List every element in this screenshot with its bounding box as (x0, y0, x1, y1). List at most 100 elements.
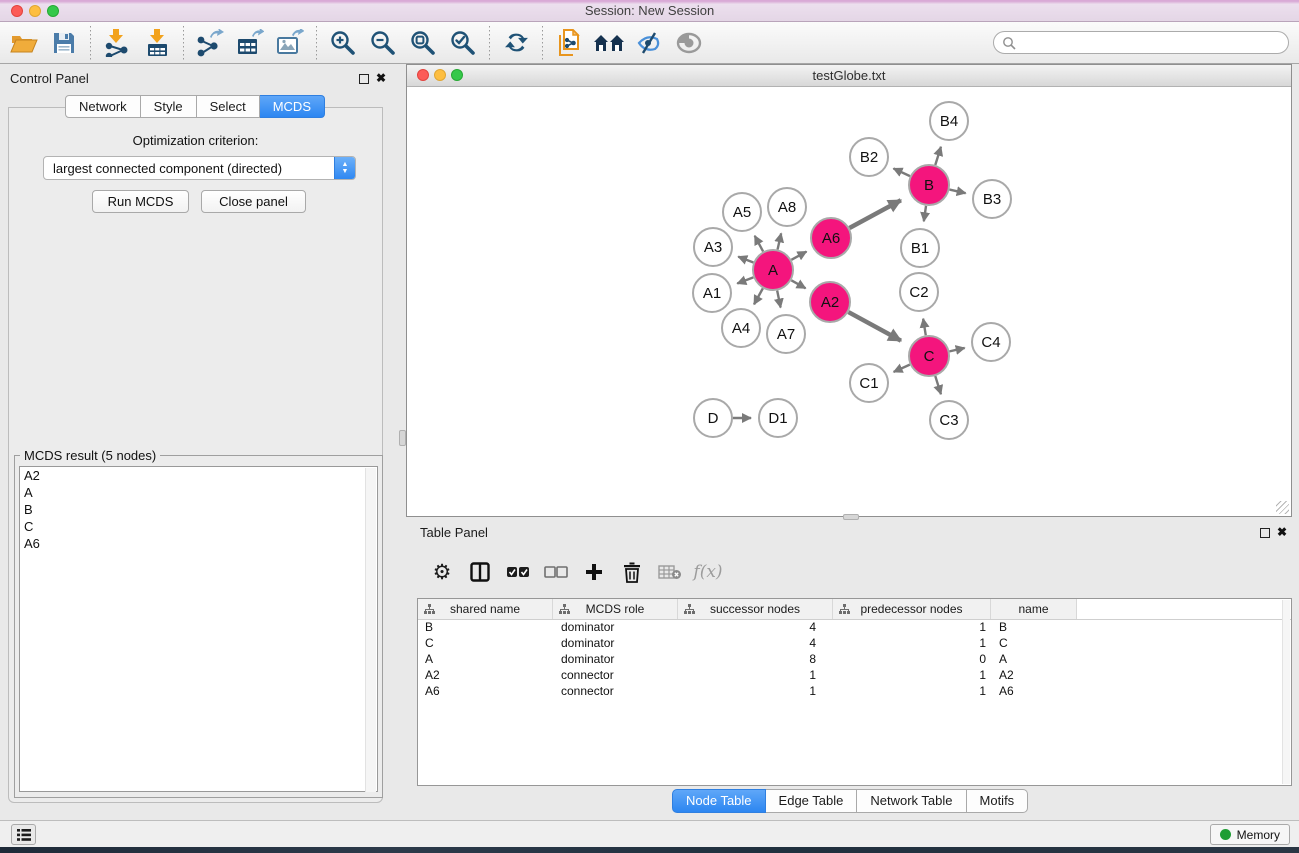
table-cell[interactable]: A2 (418, 668, 553, 684)
clone-network-button[interactable] (549, 25, 589, 61)
table-cell[interactable]: 1 (678, 668, 833, 684)
tab-network-table[interactable]: Network Table (857, 789, 966, 813)
mcds-result-list[interactable]: A2ABCA6 (19, 466, 378, 792)
tab-motifs[interactable]: Motifs (967, 789, 1029, 813)
zoom-out-button[interactable] (363, 25, 403, 61)
save-session-button[interactable] (44, 25, 84, 61)
table-row[interactable]: Adominator80A (418, 652, 1291, 668)
table-cell[interactable]: B (991, 620, 1077, 636)
tab-style[interactable]: Style (141, 95, 197, 118)
graph-edge-A-A4[interactable] (754, 288, 763, 304)
graph-edge-C-C1[interactable] (894, 365, 910, 372)
table-cell[interactable]: 4 (678, 636, 833, 652)
delete-button[interactable] (615, 555, 649, 589)
graph-edge-C-C4[interactable] (949, 348, 964, 351)
zoom-selected-button[interactable] (443, 25, 483, 61)
mcds-result-item[interactable]: A2 (20, 467, 377, 484)
table-cell[interactable]: 4 (678, 620, 833, 636)
table-cell[interactable]: A2 (991, 668, 1077, 684)
table-cell[interactable]: A (991, 652, 1077, 668)
float-panel-icon[interactable] (359, 74, 369, 84)
mcds-result-item[interactable]: A6 (20, 535, 377, 552)
import-table-button[interactable] (137, 25, 177, 61)
table-cell[interactable]: 1 (678, 684, 833, 700)
function-builder-button[interactable]: f(x) (691, 555, 725, 589)
close-panel-icon[interactable]: ✖ (376, 73, 386, 83)
graph-edge-B-B1[interactable] (924, 206, 926, 221)
network-window-titlebar[interactable]: testGlobe.txt (407, 65, 1291, 87)
column-view-button[interactable] (463, 555, 497, 589)
table-cell[interactable]: A6 (418, 684, 553, 700)
search-box[interactable] (993, 31, 1289, 54)
graph-edge-A-A6[interactable] (791, 252, 806, 260)
table-cell[interactable]: A6 (991, 684, 1077, 700)
memory-button[interactable]: Memory (1210, 824, 1290, 845)
run-mcds-button[interactable]: Run MCDS (92, 190, 189, 213)
table-cell[interactable]: dominator (553, 636, 678, 652)
toggle-details-button[interactable] (629, 25, 669, 61)
table-cell[interactable]: dominator (553, 620, 678, 636)
graph-edge-A-A5[interactable] (755, 236, 763, 252)
table-cell[interactable]: 1 (833, 684, 991, 700)
close-panel-button[interactable]: Close panel (201, 190, 306, 213)
table-cell[interactable]: A (418, 652, 553, 668)
graph-edge-A-A8[interactable] (778, 233, 782, 249)
column-header-successor-nodes[interactable]: successor nodes (678, 599, 833, 619)
birds-eye-button[interactable] (669, 25, 709, 61)
table-cell[interactable]: 1 (833, 668, 991, 684)
table-cell[interactable]: B (418, 620, 553, 636)
zoom-fit-button[interactable] (403, 25, 443, 61)
graph-edge-A6-B[interactable] (849, 200, 900, 228)
graph-edge-B-B4[interactable] (935, 147, 941, 165)
column-header-name[interactable]: name (991, 599, 1077, 619)
table-row[interactable]: A2connector11A2 (418, 668, 1291, 684)
import-network-button[interactable] (97, 25, 137, 61)
table-cell[interactable]: dominator (553, 652, 678, 668)
column-header-mcds-role[interactable]: MCDS role (553, 599, 678, 619)
export-network-button[interactable] (190, 25, 230, 61)
float-panel-icon[interactable] (1260, 528, 1270, 538)
task-history-button[interactable] (11, 824, 36, 845)
table-cell[interactable]: 0 (833, 652, 991, 668)
mcds-result-item[interactable]: C (20, 518, 377, 535)
tab-node-table[interactable]: Node Table (672, 789, 766, 813)
table-cell[interactable]: 1 (833, 620, 991, 636)
table-settings-button[interactable]: ⚙ (425, 555, 459, 589)
export-table-button[interactable] (230, 25, 270, 61)
mcds-result-item[interactable]: B (20, 501, 377, 518)
home-layout-button[interactable] (589, 25, 629, 61)
mcds-result-item[interactable]: A (20, 484, 377, 501)
graph-edge-A-A1[interactable] (737, 277, 753, 283)
graph-edge-C-C3[interactable] (935, 376, 941, 394)
table-cell[interactable]: connector (553, 684, 678, 700)
table-cell[interactable]: 8 (678, 652, 833, 668)
table-cell[interactable]: C (991, 636, 1077, 652)
graph-edge-A-A3[interactable] (738, 257, 753, 263)
splitter-grip-vertical[interactable] (399, 430, 406, 446)
graph-edge-A-A2[interactable] (791, 280, 805, 288)
splitter-grip-horizontal[interactable] (843, 514, 859, 520)
refresh-button[interactable] (496, 25, 536, 61)
select-all-button[interactable] (501, 555, 535, 589)
criterion-dropdown[interactable]: largest connected component (directed) ▲… (43, 156, 356, 180)
deselect-all-button[interactable] (539, 555, 573, 589)
network-graph-canvas[interactable]: AA1A2A3A4A5A6A7A8BB1B2B3B4CC1C2C3C4DD1 (407, 87, 1291, 516)
column-header-predecessor-nodes[interactable]: predecessor nodes (833, 599, 991, 619)
graph-edge-C-C2[interactable] (923, 319, 926, 336)
tab-network[interactable]: Network (65, 95, 141, 118)
tab-select[interactable]: Select (197, 95, 260, 118)
table-cell[interactable]: connector (553, 668, 678, 684)
column-header-shared-name[interactable]: shared name (418, 599, 553, 619)
table-row[interactable]: Cdominator41C (418, 636, 1291, 652)
open-session-button[interactable] (4, 25, 44, 61)
zoom-in-button[interactable] (323, 25, 363, 61)
graph-edge-B-B3[interactable] (949, 190, 965, 194)
scrollbar-track[interactable] (1282, 600, 1290, 784)
window-resize-grip[interactable] (1276, 501, 1289, 514)
table-cell[interactable]: 1 (833, 636, 991, 652)
graph-edge-A-A7[interactable] (777, 291, 780, 308)
graph-edge-B-B2[interactable] (893, 168, 910, 176)
tab-mcds[interactable]: MCDS (260, 95, 325, 118)
export-image-button[interactable] (270, 25, 310, 61)
close-panel-icon[interactable]: ✖ (1277, 527, 1287, 537)
